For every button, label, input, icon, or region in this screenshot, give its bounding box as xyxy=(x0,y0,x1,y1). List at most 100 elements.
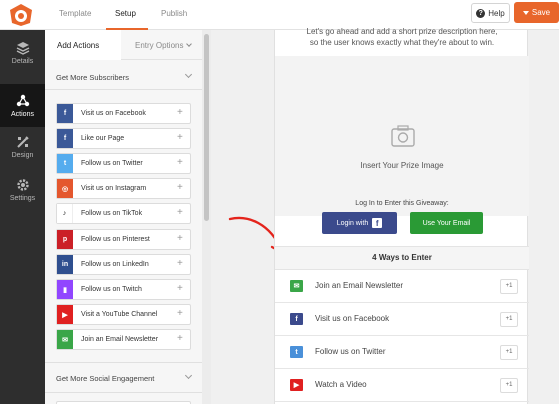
plus-icon[interactable]: + xyxy=(177,333,183,344)
plus-icon[interactable]: + xyxy=(177,182,183,193)
entry-option[interactable]: ▶ Watch a Video +1 xyxy=(275,369,529,402)
layers-icon xyxy=(16,41,29,55)
action-label: Visit us on Facebook xyxy=(81,110,146,117)
entry-points-badge: +1 xyxy=(500,279,518,294)
tab-add-actions[interactable]: Add Actions xyxy=(45,30,121,60)
facebook-icon: f xyxy=(290,313,303,325)
instagram-icon: ◎ xyxy=(57,179,73,198)
twitch-icon: ▮ xyxy=(57,280,73,299)
action-tiktok-follow[interactable]: ♪ Follow us on TikTok + xyxy=(56,203,191,224)
giveaway-preview: Let's go ahead and add a short prize des… xyxy=(274,27,529,404)
email-login-button[interactable]: Use Your Email xyxy=(410,212,483,234)
prize-description-line: Let's go ahead and add a short prize des… xyxy=(306,27,498,36)
left-navigation: Details Actions Design Settings xyxy=(0,30,45,404)
action-label: Follow us on Pinterest xyxy=(81,236,150,243)
action-pinterest-follow[interactable]: p Follow us on Pinterest + xyxy=(56,229,191,250)
nav-design[interactable]: Design xyxy=(0,125,45,168)
divider xyxy=(45,89,202,90)
prize-image-label: Insert Your Prize Image xyxy=(360,161,444,170)
facebook-login-button[interactable]: Login with f xyxy=(322,212,397,234)
help-button[interactable]: ? Help xyxy=(471,3,510,23)
nav-actions[interactable]: Actions xyxy=(0,84,45,127)
twitter-icon: t xyxy=(290,346,303,358)
plus-icon[interactable]: + xyxy=(177,258,183,269)
action-facebook-like[interactable]: f Like our Page + xyxy=(56,128,191,149)
divider xyxy=(45,362,202,363)
entry-points-badge: +1 xyxy=(500,378,518,393)
facebook-icon: f xyxy=(372,218,383,228)
nav-label: Details xyxy=(11,57,34,65)
plus-icon[interactable]: + xyxy=(177,233,183,244)
plus-icon[interactable]: + xyxy=(177,157,183,168)
action-label: Follow us on Twitter xyxy=(81,160,143,167)
prize-image-placeholder[interactable]: Insert Your Prize Image xyxy=(275,56,529,216)
plus-icon[interactable]: + xyxy=(177,308,183,319)
action-youtube-visit[interactable]: ▶ Visit a YouTube Channel + xyxy=(56,304,191,325)
entry-points-badge: +1 xyxy=(500,312,518,327)
nav-label: Design xyxy=(11,151,34,159)
chevron-down-icon[interactable] xyxy=(184,70,193,79)
entry-label: Follow us on Twitter xyxy=(315,347,386,356)
pinterest-icon: p xyxy=(57,230,73,249)
youtube-icon: ▶ xyxy=(57,305,73,324)
action-label: Like our Page xyxy=(81,135,125,142)
tab-setup[interactable]: Setup xyxy=(115,9,136,18)
linkedin-icon: in xyxy=(57,255,73,274)
action-linkedin-follow[interactable]: in Follow us on LinkedIn + xyxy=(56,254,191,275)
nav-details[interactable]: Details xyxy=(0,31,45,74)
entry-option[interactable]: f Visit us on Facebook +1 xyxy=(275,303,529,336)
twitter-icon: t xyxy=(57,154,73,173)
tab-entry-options[interactable]: Entry Options xyxy=(121,30,202,60)
logo-icon[interactable] xyxy=(8,3,34,27)
action-label: Visit us on Instagram xyxy=(81,185,147,192)
actions-panel: Add Actions Entry Options Get More Subsc… xyxy=(45,30,202,404)
action-label: Visit a YouTube Channel xyxy=(81,311,158,318)
action-email-newsletter[interactable]: ✉ Join an Email Newsletter + xyxy=(56,329,191,350)
entry-option[interactable]: ✉ Join an Email Newsletter +1 xyxy=(275,270,529,303)
facebook-icon: f xyxy=(57,104,73,123)
help-label: Help xyxy=(488,8,505,18)
chevron-down-icon[interactable] xyxy=(184,371,193,380)
design-icon xyxy=(16,135,29,148)
nav-label: Settings xyxy=(9,194,36,202)
section-title[interactable]: Get More Subscribers xyxy=(56,73,129,82)
tab-publish[interactable]: Publish xyxy=(161,9,187,18)
section-title[interactable]: Get More Social Engagement xyxy=(56,374,154,383)
chevron-down-icon xyxy=(186,41,193,47)
gear-icon xyxy=(16,178,29,191)
save-button[interactable]: Save xyxy=(514,2,559,23)
plus-icon[interactable]: + xyxy=(177,132,183,143)
action-twitch-follow[interactable]: ▮ Follow us on Twitch + xyxy=(56,279,191,300)
action-label: Join an Email Newsletter xyxy=(81,336,159,343)
tiktok-icon: ♪ xyxy=(57,204,73,223)
dropdown-arrow-icon xyxy=(522,10,529,15)
action-facebook-visit[interactable]: f Visit us on Facebook + xyxy=(56,103,191,124)
entry-label: Join an Email Newsletter xyxy=(315,281,404,290)
nav-label: Actions xyxy=(11,110,34,118)
action-twitter-follow[interactable]: t Follow us on Twitter + xyxy=(56,153,191,174)
ways-to-enter-title: 4 Ways to Enter xyxy=(275,246,529,270)
action-label: Follow us on LinkedIn xyxy=(81,261,149,268)
question-icon: ? xyxy=(476,8,486,18)
entry-option[interactable]: t Follow us on Twitter +1 xyxy=(275,336,529,369)
camera-icon xyxy=(391,125,415,147)
entry-label: Watch a Video xyxy=(315,380,367,389)
save-label: Save xyxy=(531,8,551,17)
action-label: Follow us on Twitch xyxy=(81,286,142,293)
scrollbar-thumb[interactable] xyxy=(204,34,209,221)
login-prompt: Log In to Enter this Giveaway: xyxy=(355,200,449,207)
tab-template[interactable]: Template xyxy=(59,9,91,18)
entry-label: Visit us on Facebook xyxy=(315,314,390,323)
panel-tabs: Add Actions Entry Options xyxy=(45,30,202,60)
plus-icon[interactable]: + xyxy=(177,107,183,118)
email-icon: ✉ xyxy=(57,330,73,349)
plus-icon[interactable]: + xyxy=(177,283,183,294)
prize-description-line: so the user knows exactly what they're a… xyxy=(309,38,495,47)
network-icon xyxy=(16,94,29,106)
email-icon: ✉ xyxy=(290,280,303,292)
tab-label: Entry Options xyxy=(135,40,184,50)
panel-scrollbar[interactable] xyxy=(202,30,211,404)
plus-icon[interactable]: + xyxy=(177,207,183,218)
nav-settings[interactable]: Settings xyxy=(0,168,45,211)
action-instagram-visit[interactable]: ◎ Visit us on Instagram + xyxy=(56,178,191,199)
